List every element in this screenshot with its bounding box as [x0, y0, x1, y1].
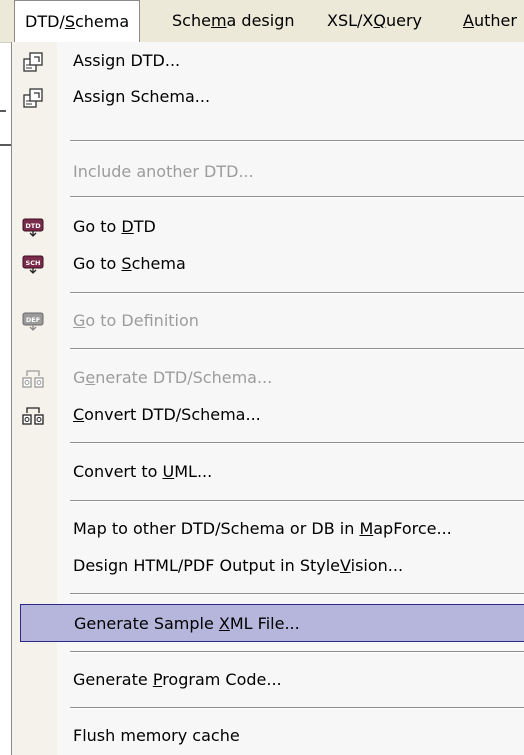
convert-icon: [22, 407, 44, 425]
menu-separator: [70, 348, 524, 350]
menu-item-label: Generate Sample XML File...: [74, 614, 300, 633]
menu-item-label: Assign Schema...: [73, 87, 211, 106]
menu-item-label: Generate DTD/Schema...: [73, 368, 273, 387]
menu-item-label: Convert to UML...: [73, 462, 213, 481]
menu-label: chema: [74, 12, 130, 31]
menu-separator: [70, 442, 524, 444]
menu-item-convert-to-uml[interactable]: Convert to UML...: [12, 453, 524, 491]
menu-item-assign-schema[interactable]: Assign Schema...: [12, 78, 524, 116]
menu-item-label: Convert DTD/Schema...: [73, 405, 261, 424]
menu-authentic[interactable]: Auther: [463, 0, 517, 42]
assign-schema-icon: [23, 88, 43, 108]
menu-item-convert-dtd-schema[interactable]: Convert DTD/Schema...: [12, 396, 524, 434]
menu-label: Sche: [172, 11, 211, 30]
menu-item-label: Go to Definition: [73, 311, 199, 330]
menu-item-design-in-stylevision[interactable]: Design HTML/PDF Output in StyleVision...: [12, 547, 524, 585]
menu-item-label: Design HTML/PDF Output in StyleVision...: [73, 556, 404, 575]
menu-item-map-in-mapforce[interactable]: Map to other DTD/Schema or DB in MapForc…: [12, 510, 524, 548]
menu-item-include-another-dtd[interactable]: Include another DTD...: [12, 153, 524, 191]
dtd-schema-dropdown: Assign DTD... Assign Schema... Include a…: [11, 42, 524, 755]
menu-label: uery: [385, 11, 423, 30]
menu-label: XSL/X: [327, 11, 374, 30]
generate-icon: [22, 370, 44, 388]
menu-item-assign-dtd[interactable]: Assign DTD...: [12, 42, 524, 80]
menu-bar: DTD/Schema Schema design XSL/XQuery Auth…: [0, 0, 524, 44]
menu-label: a design: [226, 11, 295, 30]
dtd-icon: DTD: [22, 218, 44, 237]
menu-label-mnemonic: A: [463, 11, 474, 30]
menu-item-generate-program-code[interactable]: Generate Program Code...: [12, 661, 524, 699]
menu-label: DTD/: [25, 12, 65, 31]
menu-separator: [70, 140, 524, 142]
menu-item-go-to-definition[interactable]: DEF Go to Definition: [12, 302, 524, 340]
menu-xsl-xquery[interactable]: XSL/XQuery: [327, 0, 422, 42]
screen: DTD/Schema Schema design XSL/XQuery Auth…: [0, 0, 524, 755]
menu-schema-design[interactable]: Schema design: [172, 0, 295, 42]
svg-text:SCH: SCH: [26, 259, 41, 267]
menu-item-generate-sample-xml[interactable]: Generate Sample XML File...: [20, 604, 524, 642]
menu-item-label: Flush memory cache: [73, 726, 240, 745]
menu-item-go-to-schema[interactable]: SCH Go to Schema: [12, 245, 524, 283]
menu-separator: [70, 292, 524, 294]
menu-separator: [70, 651, 524, 653]
svg-text:DTD: DTD: [25, 222, 41, 230]
menu-item-label: Go to Schema: [73, 254, 186, 273]
menu-separator: [70, 500, 524, 502]
menu-item-label: Assign DTD...: [73, 51, 181, 70]
menu-item-label: Map to other DTD/Schema or DB in MapForc…: [73, 519, 452, 538]
menu-item-label: Go to DTD: [73, 217, 156, 236]
menu-separator: [70, 707, 524, 709]
menu-separator: [70, 593, 524, 595]
menu-label-mnemonic: Q: [373, 11, 386, 30]
menu-label: uther: [473, 11, 517, 30]
menu-separator: [70, 196, 524, 198]
menu-item-go-to-dtd[interactable]: DTD Go to DTD: [12, 208, 524, 246]
menu-label-mnemonic: S: [64, 12, 75, 31]
menu-item-generate-dtd-schema[interactable]: Generate DTD/Schema...: [12, 359, 524, 397]
menu-label-mnemonic: m: [210, 11, 227, 30]
menu-item-flush-memory-cache[interactable]: Flush memory cache: [12, 717, 524, 755]
assign-dtd-icon: [23, 52, 43, 72]
svg-text:DEF: DEF: [26, 316, 40, 324]
menu-item-label: Generate Program Code...: [73, 670, 282, 689]
menu-item-label: Include another DTD...: [73, 162, 254, 181]
background-fragment: [0, 110, 6, 112]
menu-dtd-schema[interactable]: DTD/Schema: [14, 0, 141, 44]
sch-icon: SCH: [22, 255, 44, 274]
def-icon: DEF: [22, 312, 44, 331]
